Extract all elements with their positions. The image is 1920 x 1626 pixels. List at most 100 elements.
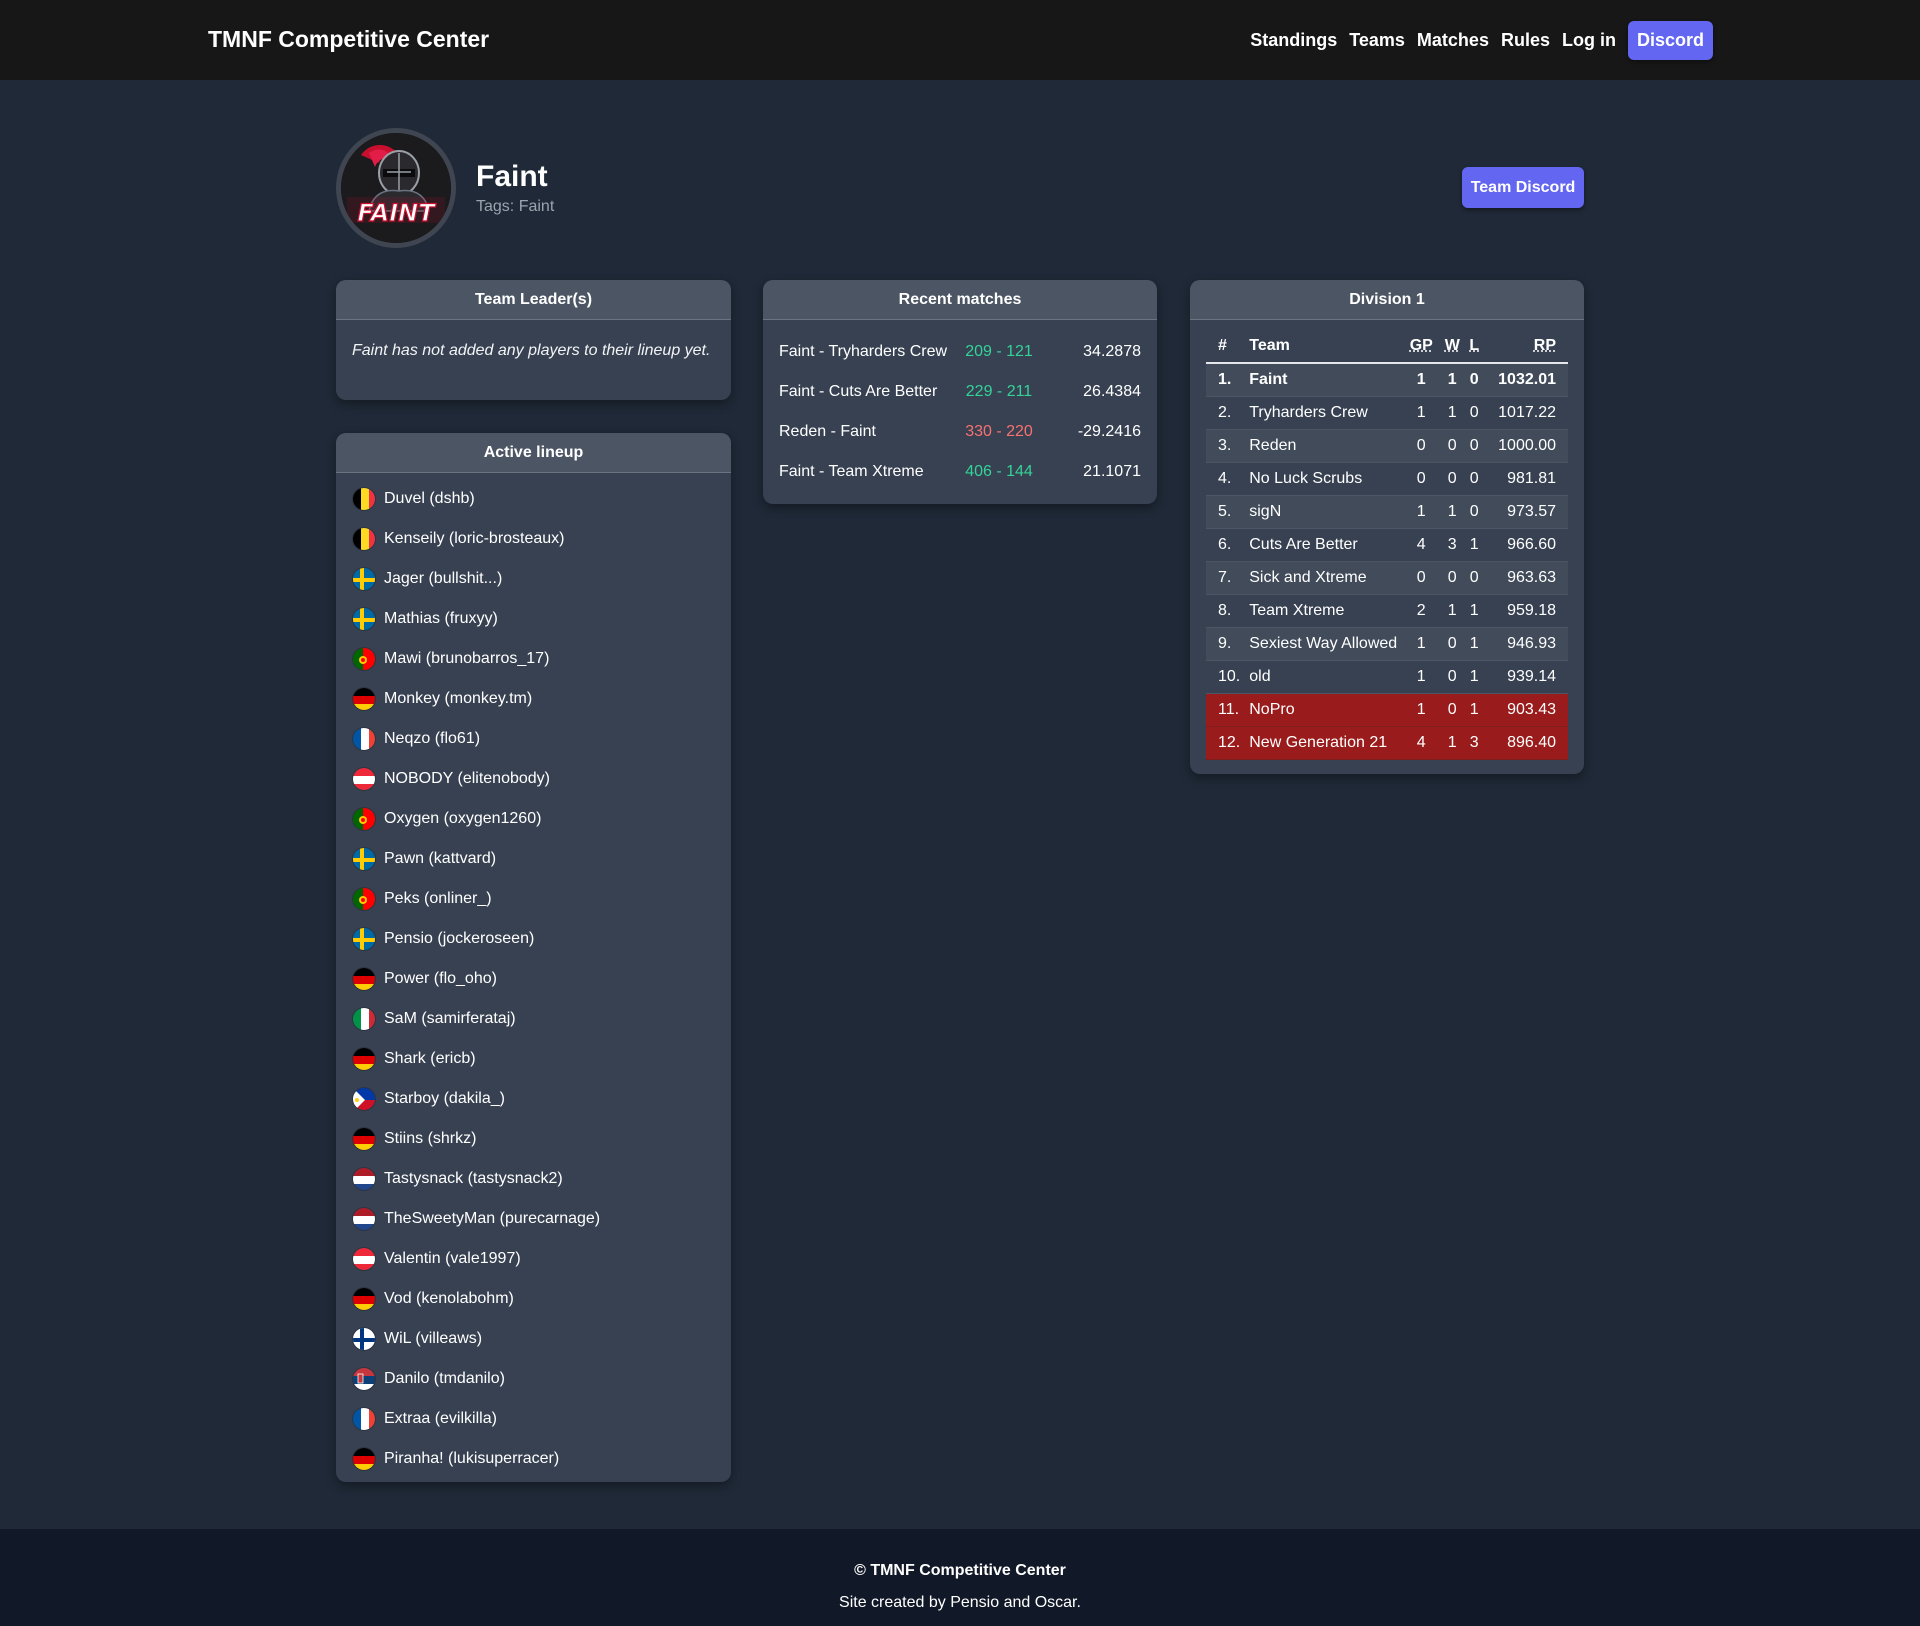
lineup-player-name[interactable]: Danilo (tmdanilo): [384, 1370, 505, 1388]
team-leaders-title: Team Leader(s): [336, 280, 731, 320]
lineup-player-name[interactable]: Extraa (evilkilla): [384, 1410, 497, 1428]
lineup-player-item[interactable]: Oxygen (oxygen1260): [336, 799, 731, 839]
lineup-player-name[interactable]: Pensio (jockeroseen): [384, 930, 534, 948]
lineup-player-item[interactable]: NOBODY (elitenobody): [336, 759, 731, 799]
standings-wins: 1: [1440, 495, 1465, 529]
standings-row[interactable]: 2. Tryharders Crew 1 1 0 1017.22: [1206, 396, 1568, 430]
standings-row[interactable]: 8. Team Xtreme 2 1 1 959.18: [1206, 594, 1568, 628]
lineup-player-item[interactable]: Jager (bullshit...): [336, 559, 731, 599]
standings-row[interactable]: 10. old 1 0 1 939.14: [1206, 660, 1568, 694]
lineup-player-name[interactable]: WiL (villeaws): [384, 1330, 482, 1348]
standings-team-name[interactable]: Tryharders Crew: [1240, 396, 1403, 430]
standings-rank: 7.: [1206, 561, 1241, 595]
lineup-player-item[interactable]: Stiins (shrkz): [336, 1119, 731, 1159]
lineup-player-name[interactable]: Stiins (shrkz): [384, 1130, 476, 1148]
match-row[interactable]: Faint - Cuts Are Better 229 - 211 26.4384: [763, 372, 1157, 412]
lineup-player-item[interactable]: WiL (villeaws): [336, 1319, 731, 1359]
match-score: 209 - 121: [965, 343, 1033, 360]
nav-standings-link[interactable]: Standings: [1250, 30, 1337, 51]
standings-team-name[interactable]: NoPro: [1240, 693, 1403, 727]
lineup-player-name[interactable]: Kenseily (loric-brosteaux): [384, 530, 565, 548]
lineup-player-item[interactable]: Tastysnack (tastysnack2): [336, 1159, 731, 1199]
lineup-player-name[interactable]: Tastysnack (tastysnack2): [384, 1170, 563, 1188]
lineup-player-item[interactable]: Mathias (fruxyy): [336, 599, 731, 639]
lineup-player-name[interactable]: Shark (ericb): [384, 1050, 476, 1068]
standings-row[interactable]: 5. sigN 1 1 0 973.57: [1206, 495, 1568, 529]
lineup-player-name[interactable]: Duvel (dshb): [384, 490, 475, 508]
lineup-player-name[interactable]: Mathias (fruxyy): [384, 610, 498, 628]
match-row[interactable]: Faint - Team Xtreme 406 - 144 21.1071: [763, 452, 1157, 492]
lineup-player-item[interactable]: Extraa (evilkilla): [336, 1399, 731, 1439]
standings-rank: 1.: [1206, 363, 1241, 397]
flag-fr-icon: [352, 727, 376, 751]
lineup-player-name[interactable]: NOBODY (elitenobody): [384, 770, 550, 788]
standings-team-name[interactable]: Cuts Are Better: [1240, 528, 1403, 562]
lineup-player-name[interactable]: Jager (bullshit...): [384, 570, 502, 588]
lineup-player-item[interactable]: Shark (ericb): [336, 1039, 731, 1079]
standings-team-name[interactable]: Sexiest Way Allowed: [1240, 627, 1403, 661]
nav-login-link[interactable]: Log in: [1562, 30, 1616, 51]
lineup-player-name[interactable]: Valentin (vale1997): [384, 1250, 521, 1268]
standings-team-name[interactable]: No Luck Scrubs: [1240, 462, 1403, 496]
standings-team-name[interactable]: Sick and Xtreme: [1240, 561, 1403, 595]
lineup-player-item[interactable]: Piranha! (lukisuperracer): [336, 1439, 731, 1479]
recent-matches-card: Recent matches Faint - Tryharders Crew 20…: [763, 280, 1157, 504]
lineup-player-name[interactable]: Vod (kenolabohm): [384, 1290, 514, 1308]
lineup-player-name[interactable]: Oxygen (oxygen1260): [384, 810, 541, 828]
match-row[interactable]: Reden - Faint 330 - 220 -29.2416: [763, 412, 1157, 452]
standings-row[interactable]: 3. Reden 0 0 0 1000.00: [1206, 429, 1568, 463]
standings-row[interactable]: 6. Cuts Are Better 4 3 1 966.60: [1206, 528, 1568, 562]
standings-team-name[interactable]: Faint: [1240, 363, 1403, 397]
standings-team-name[interactable]: New Generation 21: [1240, 726, 1403, 760]
lineup-player-name[interactable]: SaM (samirferataj): [384, 1010, 516, 1028]
standings-row[interactable]: 9. Sexiest Way Allowed 1 0 1 946.93: [1206, 627, 1568, 661]
lineup-player-item[interactable]: Pawn (kattvard): [336, 839, 731, 879]
standings-row[interactable]: 12. New Generation 21 4 1 3 896.40: [1206, 726, 1568, 760]
standings-row[interactable]: 4. No Luck Scrubs 0 0 0 981.81: [1206, 462, 1568, 496]
nav-discord-button[interactable]: Discord: [1627, 20, 1713, 60]
flag-fr-icon: [352, 1407, 376, 1431]
match-row[interactable]: Faint - Tryharders Crew 209 - 121 34.2878: [763, 332, 1157, 372]
nav-matches-link[interactable]: Matches: [1417, 30, 1489, 51]
lineup-player-name[interactable]: Pawn (kattvard): [384, 850, 496, 868]
lineup-player-item[interactable]: Monkey (monkey.tm): [336, 679, 731, 719]
lineup-player-item[interactable]: Duvel (dshb): [336, 479, 731, 519]
standings-wins: 3: [1440, 528, 1465, 562]
lineup-player-name[interactable]: Starboy (dakila_): [384, 1090, 505, 1108]
match-score: 330 - 220: [965, 423, 1033, 440]
lineup-player-name[interactable]: Monkey (monkey.tm): [384, 690, 532, 708]
standings-team-name[interactable]: sigN: [1240, 495, 1403, 529]
standings-wins: 0: [1440, 660, 1465, 694]
site-brand[interactable]: TMNF Competitive Center: [208, 26, 489, 53]
standings-row[interactable]: 1. Faint 1 1 0 1032.01: [1206, 363, 1568, 397]
standings-team-name[interactable]: Team Xtreme: [1240, 594, 1403, 628]
team-discord-button[interactable]: Team Discord: [1462, 167, 1584, 208]
flag-se-icon: [352, 847, 376, 871]
standings-team-name[interactable]: old: [1240, 660, 1403, 694]
lineup-player-name[interactable]: TheSweetyMan (purecarnage): [384, 1210, 600, 1228]
lineup-player-name[interactable]: Peks (onliner_): [384, 890, 492, 908]
nav-teams-link[interactable]: Teams: [1349, 30, 1405, 51]
lineup-player-item[interactable]: Power (flo_oho): [336, 959, 731, 999]
lineup-player-item[interactable]: Kenseily (loric-brosteaux): [336, 519, 731, 559]
lineup-player-item[interactable]: Peks (onliner_): [336, 879, 731, 919]
lineup-player-item[interactable]: Starboy (dakila_): [336, 1079, 731, 1119]
lineup-player-item[interactable]: Neqzo (flo61): [336, 719, 731, 759]
standings-row[interactable]: 11. NoPro 1 0 1 903.43: [1206, 693, 1568, 727]
nav-rules-link[interactable]: Rules: [1501, 30, 1550, 51]
lineup-player-item[interactable]: Vod (kenolabohm): [336, 1279, 731, 1319]
lineup-player-item[interactable]: Pensio (jockeroseen): [336, 919, 731, 959]
lineup-player-item[interactable]: TheSweetyMan (purecarnage): [336, 1199, 731, 1239]
lineup-player-item[interactable]: Mawi (brunobarros_17): [336, 639, 731, 679]
standings-row[interactable]: 7. Sick and Xtreme 0 0 0 963.63: [1206, 561, 1568, 595]
standings-team-name[interactable]: Reden: [1240, 429, 1403, 463]
lineup-player-name[interactable]: Mawi (brunobarros_17): [384, 650, 549, 668]
lineup-player-item[interactable]: Danilo (tmdanilo): [336, 1359, 731, 1399]
lineup-player-item[interactable]: SaM (samirferataj): [336, 999, 731, 1039]
lineup-player-name[interactable]: Power (flo_oho): [384, 970, 497, 988]
standings-games-played: 1: [1402, 627, 1441, 661]
lineup-player-name[interactable]: Piranha! (lukisuperracer): [384, 1450, 559, 1468]
standings-rating-points: 981.81: [1484, 462, 1568, 496]
lineup-player-name[interactable]: Neqzo (flo61): [384, 730, 480, 748]
lineup-player-item[interactable]: Valentin (vale1997): [336, 1239, 731, 1279]
